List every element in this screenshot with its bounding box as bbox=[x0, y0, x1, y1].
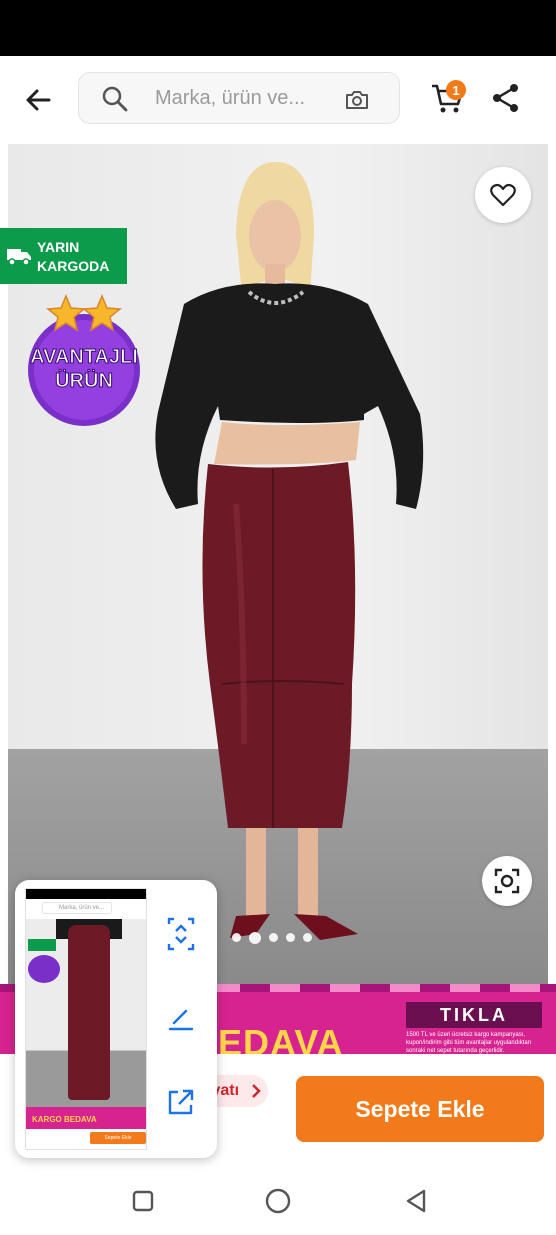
add-to-cart-button[interactable]: Sepete Ekle bbox=[296, 1076, 544, 1142]
cargo-badge-line2: KARGODA bbox=[37, 258, 110, 274]
advantage-badge-line2: ÜRÜN bbox=[55, 370, 114, 393]
gallery-pagination bbox=[232, 932, 312, 944]
search-input[interactable]: Marka, ürün ve... bbox=[78, 72, 400, 124]
system-nav-bar bbox=[0, 1164, 556, 1235]
search-icon bbox=[102, 86, 128, 112]
pagination-dot bbox=[286, 933, 295, 942]
cargo-badge-line1: YARIN bbox=[37, 239, 80, 255]
cart-count-badge: 1 bbox=[446, 80, 466, 100]
scroll-capture-icon bbox=[167, 917, 195, 951]
pagination-dot bbox=[269, 933, 278, 942]
top-header: Marka, ürün ve... 1 bbox=[0, 56, 556, 142]
recent-apps-icon[interactable] bbox=[128, 1186, 158, 1216]
share-button[interactable] bbox=[486, 78, 526, 118]
pencil-icon bbox=[168, 1009, 194, 1031]
banner-click-button[interactable]: TIKLA bbox=[406, 1002, 542, 1028]
banner-disclaimer: 1500 TL ve üzeri ücretsiz kargo kampanya… bbox=[406, 1032, 532, 1054]
chevron-right-icon bbox=[252, 1084, 261, 1098]
home-icon[interactable] bbox=[263, 1186, 293, 1216]
pagination-dot-active bbox=[249, 932, 261, 944]
thumb-promo-text: KARGO BEDAVA bbox=[32, 1115, 97, 1124]
share-screenshot-button[interactable] bbox=[161, 1082, 201, 1122]
thumb-search: Marka, ürün ve... bbox=[42, 902, 112, 914]
advantage-badge-line1: AVANTAJLI bbox=[30, 346, 139, 369]
banner-headline: EDAVA bbox=[218, 1022, 344, 1054]
visual-search-button[interactable] bbox=[482, 856, 532, 906]
share-icon bbox=[493, 84, 518, 112]
screenshot-thumbnail[interactable]: Marka, ürün ve... KARGO BEDAVA Sepete Ek… bbox=[25, 888, 147, 1150]
status-bar bbox=[0, 0, 556, 56]
advantage-product-badge: AVANTAJLI ÜRÜN bbox=[14, 294, 154, 430]
thumb-advantage-badge bbox=[28, 955, 60, 983]
thumb-add-button: Sepete Ekle bbox=[90, 1132, 146, 1144]
favorite-button[interactable] bbox=[475, 167, 531, 223]
back-nav-icon[interactable] bbox=[400, 1186, 430, 1216]
external-share-icon bbox=[168, 1089, 194, 1115]
truck-icon bbox=[7, 249, 31, 266]
next-day-cargo-badge: YARIN KARGODA bbox=[0, 228, 127, 284]
arrow-left-icon bbox=[26, 89, 51, 111]
back-button[interactable] bbox=[16, 78, 60, 122]
heart-icon bbox=[490, 183, 516, 207]
search-placeholder: Marka, ürün ve... bbox=[155, 87, 306, 109]
edit-screenshot-button[interactable] bbox=[161, 998, 201, 1038]
scan-icon bbox=[494, 868, 520, 894]
pagination-dot bbox=[303, 933, 312, 942]
thumb-cargo-badge bbox=[28, 939, 56, 951]
screenshot-preview-panel: Marka, ürün ve... KARGO BEDAVA Sepete Ek… bbox=[15, 880, 217, 1158]
camera-search-icon[interactable] bbox=[343, 86, 371, 114]
scroll-capture-button[interactable] bbox=[161, 914, 201, 954]
pagination-dot bbox=[232, 933, 241, 942]
